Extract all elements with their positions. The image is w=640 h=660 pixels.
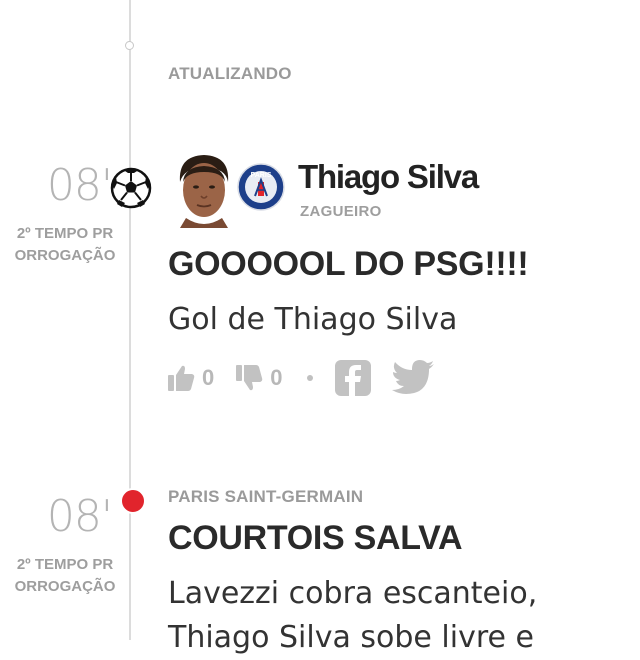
- player-avatar: [172, 152, 236, 228]
- event-team-label: PARIS SAINT-GERMAIN: [168, 487, 364, 506]
- event-headline: GOOOOOL DO PSG!!!!: [168, 245, 529, 283]
- event-text: Gol de Thiago Silva: [168, 302, 458, 337]
- event-text-line: Thiago Silva sobe livre e: [168, 620, 534, 655]
- soccer-ball-icon: [110, 167, 152, 209]
- facebook-share-button[interactable]: [334, 360, 371, 396]
- thumbs-up-icon: [168, 365, 195, 391]
- event-marker-dot: [120, 488, 146, 514]
- twitter-share-button[interactable]: [391, 360, 435, 396]
- event-minute: 08': [46, 491, 113, 542]
- updating-status-label: ATUALIZANDO: [168, 64, 292, 83]
- event-actions: 0 0: [166, 356, 455, 400]
- dislike-count: 0: [270, 365, 283, 390]
- thumbs-down-icon: [236, 365, 263, 391]
- player-name[interactable]: Thiago Silva: [298, 158, 479, 196]
- separator-dot: [306, 375, 313, 381]
- player-position: ZAGUEIRO: [300, 203, 382, 220]
- event-text-line: Lavezzi cobra escanteio,: [168, 576, 538, 611]
- event-headline: COURTOIS SALVA: [168, 519, 463, 557]
- timeline-line: [129, 0, 131, 640]
- psg-badge-icon: PARIS: [237, 163, 285, 211]
- event-period: 2º TEMPO PRORROGAÇÃO: [14, 556, 116, 595]
- timeline-start-dot: [125, 41, 134, 50]
- live-timeline: ATUALIZANDO 08' 2º TEMPO PRORROGAÇÃO PAR…: [0, 0, 640, 655]
- like-button[interactable]: 0: [166, 363, 214, 393]
- event-period: 2º TEMPO PRORROGAÇÃO: [14, 225, 116, 264]
- dislike-button[interactable]: 0: [234, 363, 283, 393]
- event-minute: 08': [46, 160, 113, 211]
- facebook-icon: [334, 360, 371, 396]
- like-count: 0: [202, 365, 215, 390]
- twitter-icon: [391, 360, 434, 394]
